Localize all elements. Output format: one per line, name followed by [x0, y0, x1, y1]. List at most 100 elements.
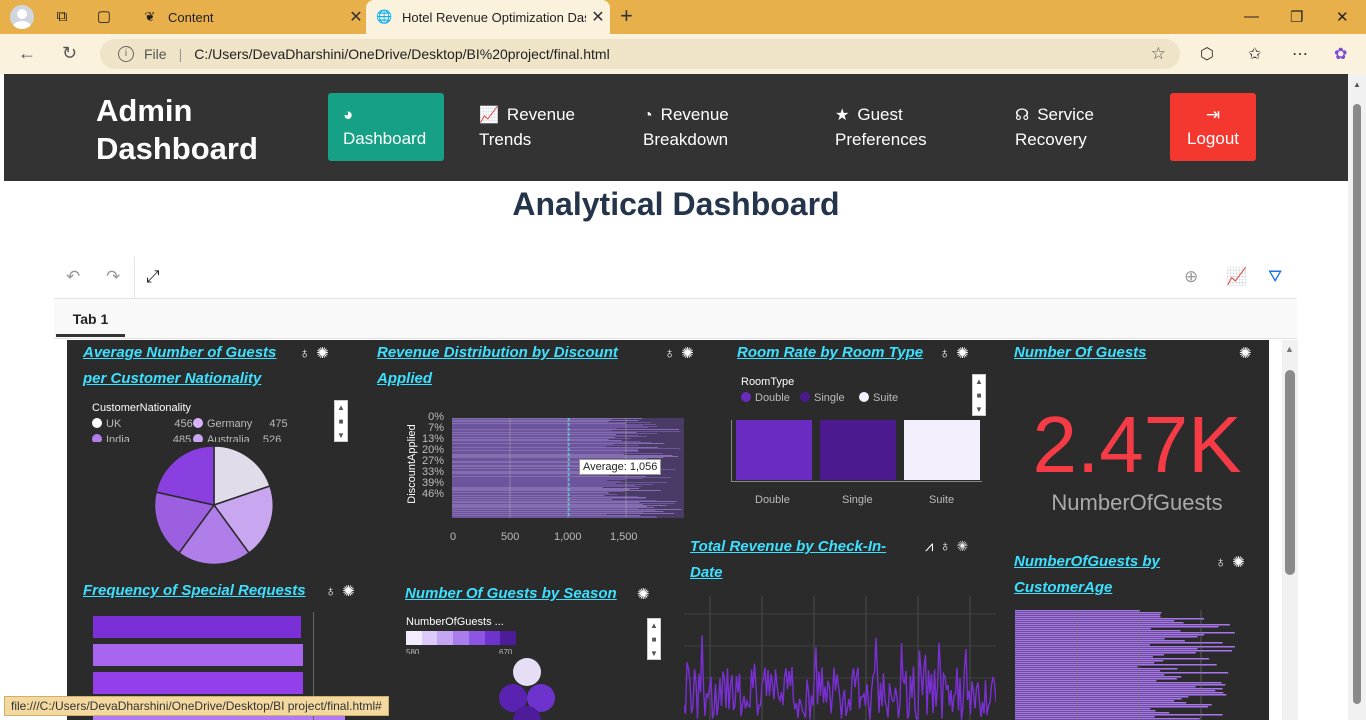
legend-item[interactable]: Suite: [859, 392, 898, 404]
visual-title[interactable]: Number Of Guests: [1014, 340, 1147, 366]
visual-title[interactable]: Average Number of Guests per Customer Na…: [83, 340, 276, 392]
visual-title[interactable]: Number Of Guests by Season: [405, 581, 617, 607]
legend-name: Australia: [207, 434, 250, 442]
legend-item[interactable]: Germany 475: [193, 418, 288, 430]
visual-title[interactable]: NumberOfGuests by CustomerAge: [1014, 549, 1160, 601]
legend-value: 526: [262, 434, 282, 442]
scroll-thumb[interactable]: [1285, 370, 1295, 575]
page-scrollbar[interactable]: ▲: [1348, 74, 1366, 720]
zoom-icon[interactable]: ⊕: [1184, 267, 1198, 287]
new-tab-icon[interactable]: +: [620, 5, 633, 27]
web-page: Admin Dashboard ◕ Dashboard 📈 Revenue Tre…: [4, 74, 1348, 720]
age-bar: [1015, 672, 1229, 674]
gauge-icon: ◕: [343, 105, 354, 124]
browser-tab-content[interactable]: ❦ Content ✕: [132, 0, 368, 34]
refresh-icon[interactable]: ↻: [62, 43, 77, 64]
redo-icon[interactable]: ↷: [106, 267, 120, 287]
legend-scroller[interactable]: ▲ ■ ▼: [647, 618, 661, 660]
tab-actions-icon[interactable]: ▢: [94, 7, 114, 27]
dashboard-scrollbar[interactable]: ▲: [1282, 340, 1298, 720]
info-icon[interactable]: i: [118, 46, 134, 62]
legend-scroller[interactable]: ▲ ■ ▼: [972, 374, 986, 416]
bar-double[interactable]: [736, 420, 812, 480]
visual-title[interactable]: Room Rate by Room Type: [737, 340, 923, 366]
legend-item[interactable]: UK 456: [92, 418, 193, 430]
legend-item[interactable]: Single: [800, 392, 845, 404]
address-bar[interactable]: i File | C:/Users/DevaDharshini/OneDrive…: [100, 39, 1180, 69]
profile-avatar[interactable]: [10, 5, 34, 29]
y-tick: 46%: [422, 488, 445, 500]
settings-icon[interactable]: ✺: [637, 586, 656, 603]
age-bar: [1015, 688, 1223, 690]
logout-button[interactable]: ⇥ Logout: [1170, 93, 1256, 161]
lightbulb-icon[interactable]: ♁: [939, 345, 956, 362]
visual-title[interactable]: Revenue Distribution by Discount Applied: [377, 340, 618, 392]
kpi-card[interactable]: 2.47K NumberOfGuests: [1017, 400, 1257, 516]
age-bar: [1015, 630, 1181, 632]
age-bar: [1015, 618, 1205, 620]
close-tab-icon[interactable]: ✕: [344, 7, 368, 27]
legend-item[interactable]: India 485: [92, 434, 191, 442]
minimize-icon[interactable]: —: [1244, 8, 1259, 25]
bar-single[interactable]: [820, 420, 896, 480]
legend-item[interactable]: Double: [741, 392, 790, 404]
line-chart-icon[interactable]: ⩘: [925, 538, 939, 555]
settings-icon[interactable]: ✺: [1239, 345, 1258, 362]
close-tab-icon[interactable]: ✕: [586, 7, 610, 27]
lightbulb-icon[interactable]: ♁: [939, 538, 956, 555]
nav-revenue-trends[interactable]: 📈 Revenue Trends: [464, 93, 604, 161]
bar-suite[interactable]: [904, 420, 980, 480]
lightbulb-icon[interactable]: ♁: [664, 345, 681, 362]
lightbulb-icon[interactable]: ♁: [325, 583, 342, 600]
bar[interactable]: [93, 616, 301, 638]
bubble[interactable]: [513, 658, 541, 686]
visual-title[interactable]: Total Revenue by Check-In- Date: [690, 534, 886, 586]
tab-1[interactable]: Tab 1: [56, 299, 125, 337]
pie-chart[interactable]: [153, 444, 275, 566]
lightbulb-icon[interactable]: ♁: [1215, 554, 1232, 571]
top-nav: Admin Dashboard ◕ Dashboard 📈 Revenue Tre…: [4, 74, 1348, 181]
copilot-icon[interactable]: ✿: [1334, 44, 1347, 64]
legend-item[interactable]: Australia 526: [193, 434, 281, 442]
revenue-line-chart[interactable]: [684, 596, 996, 720]
season-bubble-chart[interactable]: [493, 658, 563, 720]
report-tabs: Tab 1: [54, 299, 1297, 339]
analytics-icon[interactable]: 📈: [1226, 267, 1247, 287]
url-text[interactable]: C:/Users/DevaDharshini/OneDrive/Desktop/…: [194, 46, 610, 62]
age-bar-chart[interactable]: [1015, 610, 1237, 720]
extensions-icon[interactable]: ⬡: [1200, 44, 1214, 64]
scroll-thumb[interactable]: [1353, 104, 1361, 704]
browser-tab-dashboard[interactable]: 🌐 Hotel Revenue Optimization Dash ✕: [366, 0, 610, 34]
workspaces-icon[interactable]: ⧉: [52, 7, 72, 27]
nav-guest-preferences[interactable]: ★ Guest Preferences: [820, 93, 980, 161]
scroll-up-icon[interactable]: ▲: [1353, 80, 1361, 89]
visual-title[interactable]: Frequency of Special Requests: [83, 578, 306, 604]
undo-icon[interactable]: ↶: [66, 267, 80, 287]
settings-icon[interactable]: ✺: [957, 538, 974, 555]
nav-service-recovery[interactable]: ☊ Service Recovery: [1000, 93, 1150, 161]
fullscreen-icon[interactable]: ⤢: [146, 267, 160, 287]
filter-icon[interactable]: ⛛: [1268, 267, 1282, 287]
nav-dashboard[interactable]: ◕ Dashboard: [328, 93, 444, 161]
bar[interactable]: [93, 644, 303, 666]
scroll-up-icon[interactable]: ▲: [1285, 344, 1294, 354]
age-bar: [1015, 632, 1235, 634]
settings-icon[interactable]: ✺: [316, 345, 335, 362]
kpi-value: 2.47K: [1032, 400, 1242, 489]
settings-icon[interactable]: ✺: [956, 345, 975, 362]
nav-revenue-breakdown[interactable]: ◔ Revenue Breakdown: [628, 93, 788, 161]
back-arrow-icon[interactable]: ←: [18, 43, 36, 64]
bar[interactable]: [93, 672, 303, 694]
age-bar: [1015, 686, 1196, 688]
settings-icon[interactable]: ✺: [1232, 554, 1251, 571]
restore-icon[interactable]: ❐: [1290, 8, 1303, 26]
legend-scroller[interactable]: ▲ ■ ▼: [334, 400, 348, 442]
settings-icon[interactable]: ✺: [681, 345, 700, 362]
more-menu-icon[interactable]: ⋯: [1292, 44, 1308, 64]
settings-icon[interactable]: ✺: [342, 583, 361, 600]
close-window-icon[interactable]: ✕: [1336, 8, 1349, 26]
age-bar: [1015, 712, 1170, 714]
favorite-star-icon[interactable]: ☆: [1151, 44, 1166, 64]
favorites-icon[interactable]: ✩: [1248, 44, 1261, 64]
lightbulb-icon[interactable]: ♁: [299, 345, 316, 362]
